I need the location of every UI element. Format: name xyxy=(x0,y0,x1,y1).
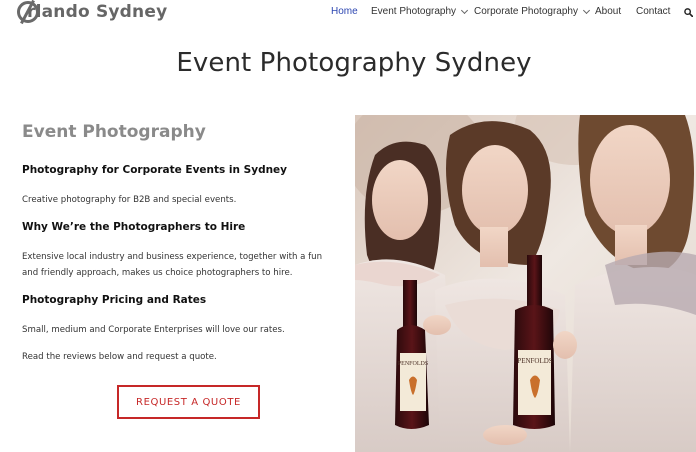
paragraph-pricing: Small, medium and Corporate Enterprises … xyxy=(22,325,285,335)
request-quote-button[interactable]: REQUEST A QUOTE xyxy=(117,385,260,419)
nav-item-label: Contact xyxy=(636,6,671,17)
nav-item-label: Corporate Photography xyxy=(474,6,578,17)
request-quote-label: REQUEST A QUOTE xyxy=(136,396,241,408)
nav-item-label: Home xyxy=(331,6,358,17)
event-photo: PENFOLDS PENFOLDS xyxy=(355,115,696,452)
bottle-label-text: PENFOLDS xyxy=(517,357,553,365)
subheading-corporate-events: Photography for Corporate Events in Sydn… xyxy=(22,164,288,176)
bottle-label-text: PENFOLDS xyxy=(398,361,428,367)
subheading-why-hire: Why We’re the Photographers to Hire xyxy=(22,221,246,233)
nav-item-label: Event Photography xyxy=(371,6,457,17)
subheading-pricing: Photography Pricing and Rates xyxy=(22,294,207,306)
event-photo-illustration: PENFOLDS PENFOLDS xyxy=(355,115,696,452)
section-heading: Event Photography xyxy=(22,122,206,142)
search-icon[interactable] xyxy=(684,8,693,17)
paragraph-corporate-events: Creative photography for B2B and special… xyxy=(22,195,237,205)
paragraph-why-hire: Extensive local industry and business ex… xyxy=(22,252,323,278)
site-header: rlando Sydney Home Event Photography Cor… xyxy=(0,0,696,26)
nav-item-home[interactable]: Home xyxy=(331,6,358,17)
page-title: Event Photography Sydney xyxy=(176,48,532,78)
nav-item-label: About xyxy=(595,6,622,17)
chevron-down-icon xyxy=(582,6,591,14)
site-logo[interactable]: rlando Sydney xyxy=(17,0,168,25)
nav-item-event-photography[interactable]: Event Photography xyxy=(371,6,469,17)
paragraph-closing: Read the reviews below and request a quo… xyxy=(22,352,217,362)
chevron-down-icon xyxy=(461,6,469,14)
nav-item-corporate-photography[interactable]: Corporate Photography xyxy=(474,6,591,17)
nav-item-about[interactable]: About xyxy=(595,6,621,17)
nav-item-contact[interactable]: Contact xyxy=(636,6,670,17)
logo-text: rlando Sydney xyxy=(27,2,168,22)
